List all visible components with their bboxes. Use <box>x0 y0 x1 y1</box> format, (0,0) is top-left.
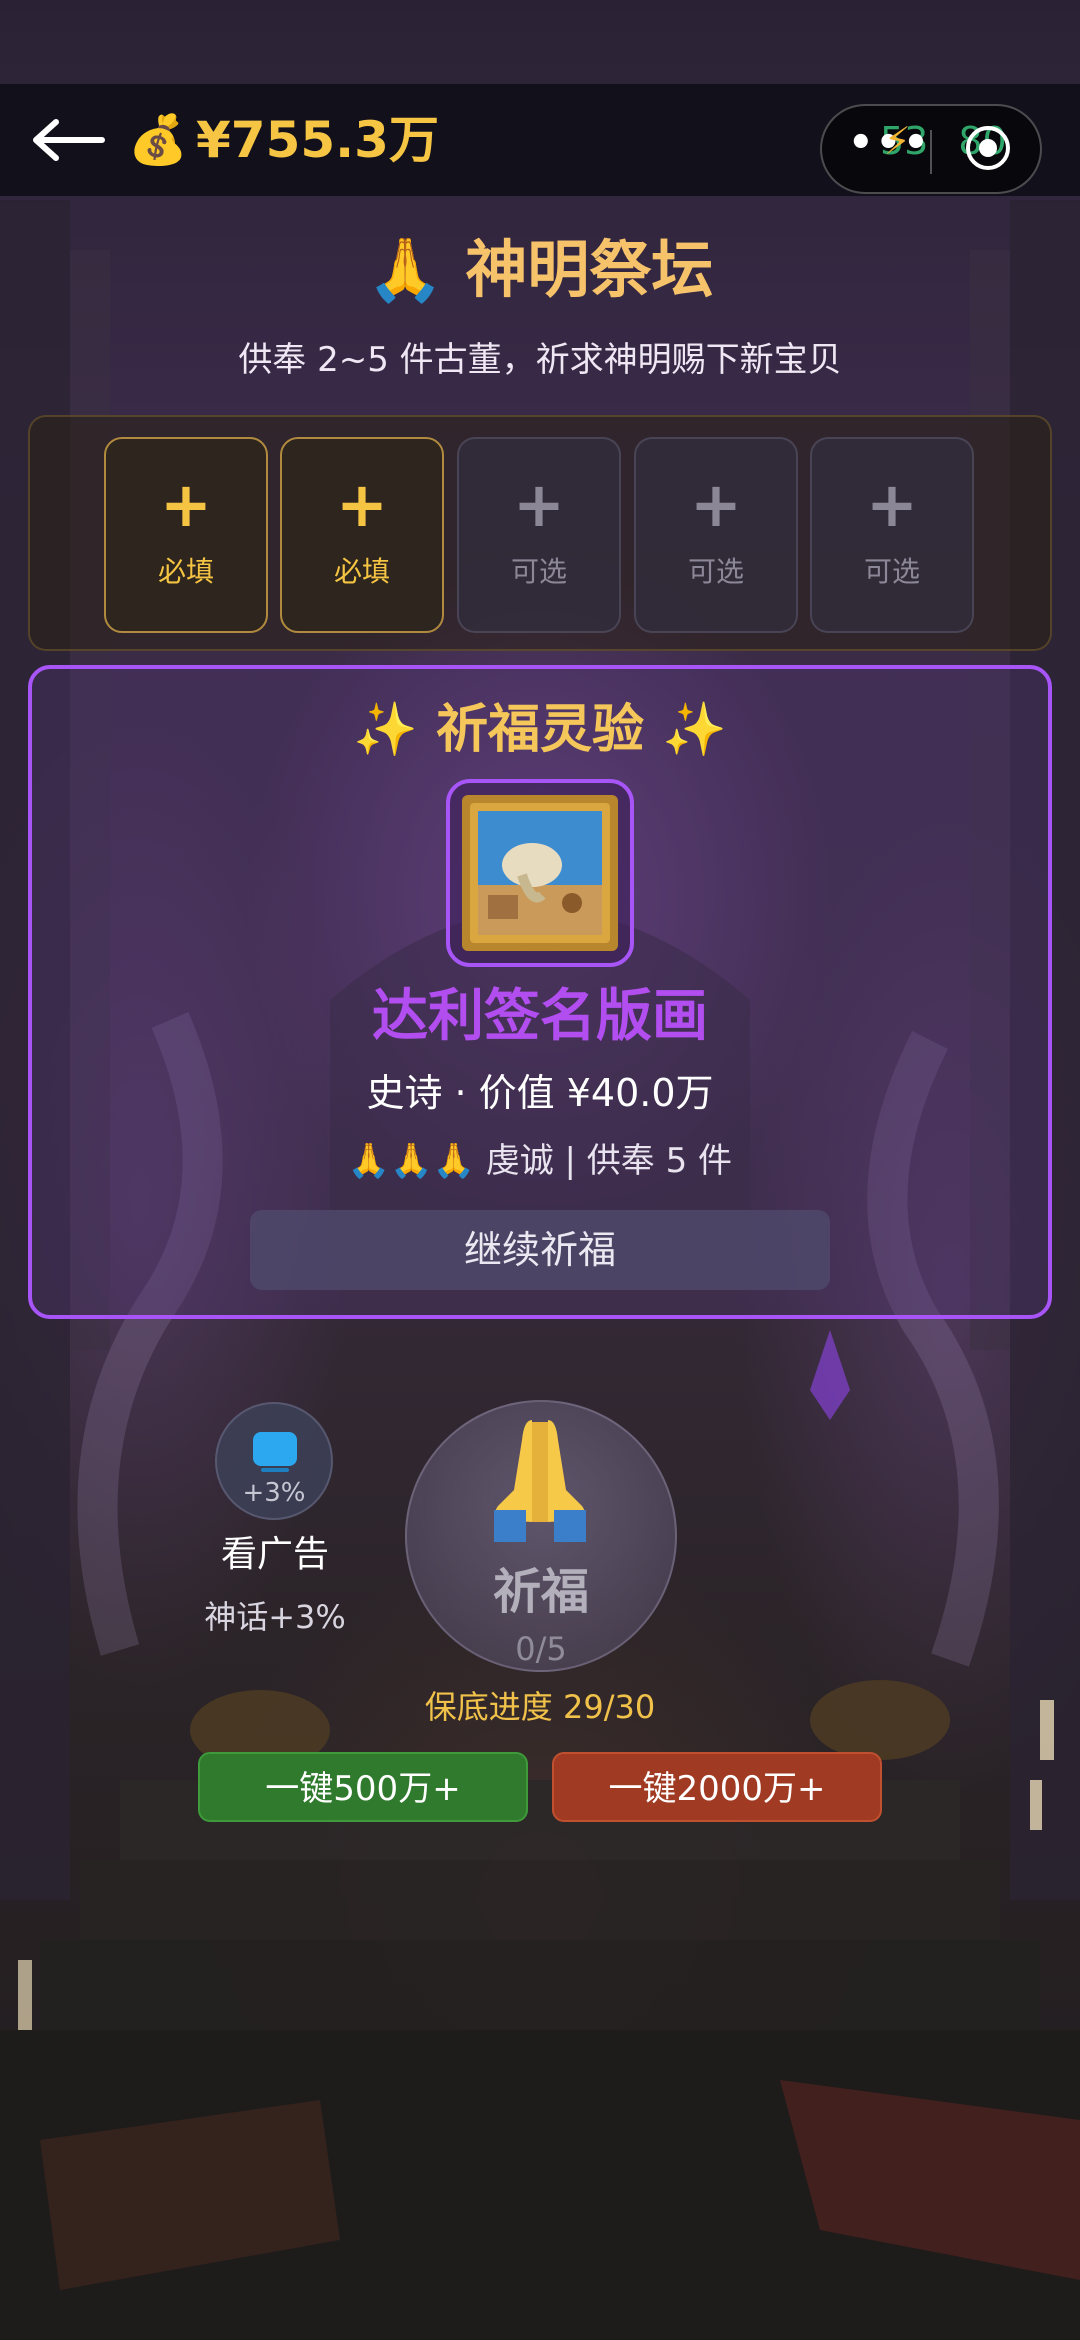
praying-hands-icon <box>494 1420 586 1542</box>
slot-label: 必填 <box>157 555 214 588</box>
capsule-divider <box>930 130 932 174</box>
pray-label: 祈福 <box>492 1564 589 1620</box>
page-title: 🙏 神明祭坛 <box>366 233 714 306</box>
result-title: ✨ 祈福灵验 ✨ <box>353 700 727 760</box>
offering-note: 🙏🙏🙏 虔诚 | 供奉 5 件 <box>347 1141 733 1181</box>
money-bag-icon: 💰 <box>128 112 188 168</box>
slot-label: 必填 <box>333 555 390 588</box>
back-arrow-icon[interactable] <box>30 110 110 170</box>
plus-icon: + <box>513 468 565 541</box>
tv-icon <box>253 1432 297 1472</box>
dali-painting-image <box>462 795 618 951</box>
plus-icon: + <box>690 468 742 541</box>
plus-icon: + <box>336 468 388 541</box>
quick-2000w-button[interactable]: 一键2000万+ <box>552 1752 882 1822</box>
offering-slot-1[interactable]: + 必填 <box>104 437 268 633</box>
item-rarity-value: 史诗 · 价值 ¥40.0万 <box>366 1071 714 1115</box>
close-target-icon[interactable] <box>966 126 1010 170</box>
pray-count: 0/5 <box>515 1630 567 1668</box>
slot-label: 可选 <box>510 555 567 588</box>
ad-bonus-badge: +3% <box>242 1478 306 1508</box>
lightning-icon: ⚡ <box>884 119 911 163</box>
money-balance: ¥755.3万 <box>196 111 439 169</box>
page-subtitle: 供奉 2~5 件古董，祈求神明赐下新宝贝 <box>238 340 842 380</box>
slot-label: 可选 <box>863 555 920 588</box>
offering-slot-3[interactable]: + 可选 <box>457 437 621 633</box>
offering-slot-4[interactable]: + 可选 <box>634 437 798 633</box>
continue-blessing-button[interactable]: 继续祈福 <box>250 1210 830 1290</box>
watch-ad-label[interactable]: 看广告 <box>160 1530 390 1580</box>
guarantee-progress: 保底进度 29/30 <box>424 1688 656 1726</box>
offering-slot-5[interactable]: + 可选 <box>810 437 974 633</box>
plus-icon: + <box>160 468 212 541</box>
slot-label: 可选 <box>687 555 744 588</box>
plus-icon: + <box>866 468 918 541</box>
watch-ad-bonus-text: 神话+3% <box>204 1598 346 1636</box>
watch-ad-button[interactable]: +3% <box>215 1402 333 1520</box>
item-name: 达利签名版画 <box>372 984 708 1049</box>
quick-500w-button[interactable]: 一键500万+ <box>198 1752 528 1822</box>
offering-slot-2[interactable]: + 必填 <box>280 437 444 633</box>
